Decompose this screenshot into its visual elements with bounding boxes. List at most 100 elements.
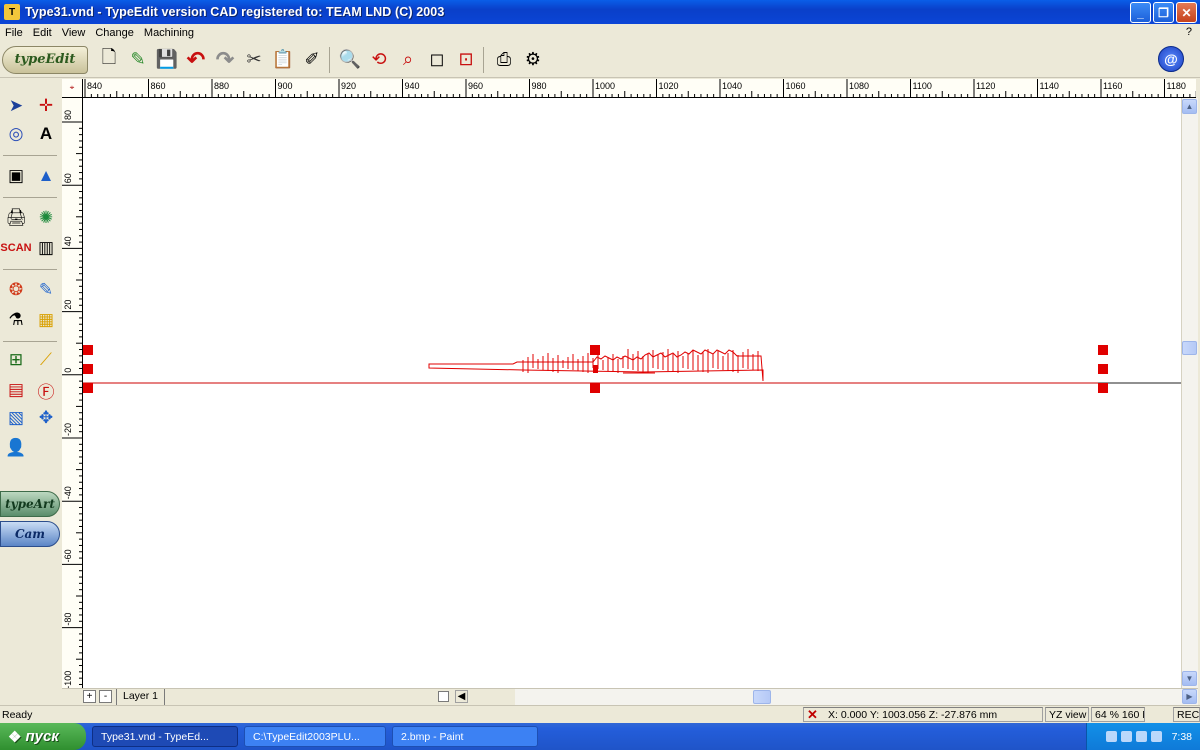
title-bar[interactable]: T Type31.vnd - TypeEdit version CAD regi… <box>0 0 1200 24</box>
zoom-level-field[interactable]: 64 % 160 N <box>1091 707 1145 722</box>
ruler-tick-label: 1000 <box>595 81 615 91</box>
spray-icon[interactable]: ⚗ <box>3 307 29 333</box>
horizontal-scroll-thumb[interactable] <box>753 690 771 704</box>
horizontal-scrollbar[interactable]: ▶ <box>515 689 1198 705</box>
status-ready: Ready <box>2 709 33 721</box>
scroll-up-icon[interactable]: ▲ <box>1182 99 1197 114</box>
measure-icon[interactable]: ⟋ <box>33 347 59 373</box>
primitives-icon[interactable]: ▲ <box>33 163 59 189</box>
ruler-tick-label: 1060 <box>786 81 806 91</box>
vertical-scroll-thumb[interactable] <box>1182 341 1197 355</box>
scan-icon[interactable]: SCAN <box>0 235 31 261</box>
volume-icon[interactable] <box>1135 731 1147 742</box>
scroll-down-icon[interactable]: ▼ <box>1182 671 1197 686</box>
taskbar-item-typeedit[interactable]: Type31.vnd - TypeEd... <box>92 726 238 747</box>
layer-tab[interactable]: Layer 1 <box>116 689 166 705</box>
coordinates-readout: X: 0.000 Y: 1003.056 Z: -27.876 mm <box>828 709 998 721</box>
taskbar-item-paint[interactable]: 2.bmp - Paint <box>392 726 538 747</box>
palette-separator <box>3 341 57 342</box>
start-button[interactable]: ❖ пуск <box>0 723 86 750</box>
text-tool-icon[interactable]: A <box>33 121 59 147</box>
cancel-icon[interactable]: ✕ <box>807 708 818 721</box>
print-icon[interactable]: ⎙ <box>491 46 517 74</box>
type-art-tab[interactable]: typeArt <box>0 491 60 517</box>
undo-icon[interactable]: ↶ <box>183 46 209 74</box>
network-icon[interactable] <box>1120 731 1132 742</box>
weld-icon[interactable]: ✥ <box>33 405 59 431</box>
taskbar-item-explorer[interactable]: C:\TypeEdit2003PLU... <box>244 726 386 747</box>
palette-row: ◎ A <box>0 121 62 147</box>
properties-icon[interactable]: 📋 <box>270 46 296 74</box>
color-mix-icon[interactable]: ❂ <box>3 277 29 303</box>
restore-button[interactable]: ❐ <box>1153 2 1174 23</box>
menu-edit[interactable]: Edit <box>28 27 57 39</box>
menu-file[interactable]: File <box>0 27 28 39</box>
ruler-tick-label: 880 <box>214 81 229 91</box>
menu-change[interactable]: Change <box>90 27 139 39</box>
status-bar: Ready ✕ X: 0.000 Y: 1003.056 Z: -27.876 … <box>0 705 1200 723</box>
arrange-icon[interactable]: ▧ <box>3 405 29 431</box>
ruler-tick-label: 1160 <box>1103 81 1122 91</box>
palette-row: 👤 <box>0 435 62 461</box>
tray-arrow-icon[interactable] <box>1105 731 1117 742</box>
ruler-tick-label: 80 <box>63 110 73 120</box>
new-document-icon[interactable]: 🗋 <box>96 46 122 74</box>
cut-icon[interactable]: ✂ <box>241 46 267 74</box>
menu-view[interactable]: View <box>57 27 91 39</box>
typeedit-logo-button[interactable]: typeEdit <box>2 45 88 74</box>
flag-icon[interactable] <box>1150 731 1162 742</box>
layers-icon[interactable]: ▤ <box>3 377 29 403</box>
close-button[interactable]: ✕ <box>1176 2 1197 23</box>
library-icon[interactable]: ▥ <box>33 235 59 261</box>
zoom-previous-icon[interactable]: ⟲ <box>366 46 392 74</box>
scroll-left-icon[interactable]: ◀ <box>455 690 468 703</box>
add-layer-button[interactable]: + <box>83 690 96 703</box>
menu-bar: File Edit View Change Machining ? <box>0 24 1200 42</box>
bitmap-icon[interactable]: ▣ <box>3 163 29 189</box>
select-arrow-icon[interactable]: ➤ <box>3 93 29 119</box>
effects-icon[interactable]: Ⓕ <box>33 377 59 403</box>
ruler-tick-label: -100 <box>63 671 73 689</box>
palette-row: SCAN ▥ <box>0 235 62 261</box>
selection-handle <box>83 345 93 355</box>
selection-handle <box>590 383 600 393</box>
color-palette-icon[interactable]: ▦ <box>33 307 59 333</box>
ruler-tick-label: -80 <box>63 613 73 626</box>
drawing-canvas[interactable] <box>83 98 1181 688</box>
type-cam-tab[interactable]: Cam <box>0 521 60 547</box>
view-mode-field[interactable]: YZ view <box>1045 707 1089 722</box>
open-icon[interactable]: ✎ <box>125 46 151 74</box>
ruler-corner[interactable]: ⌖ <box>62 79 83 98</box>
selection-handle <box>1098 383 1108 393</box>
zoom-icon[interactable]: 🔍 <box>337 46 363 74</box>
palette-row: ▤ Ⓕ <box>0 377 62 403</box>
redo-icon[interactable]: ↷ <box>212 46 238 74</box>
user-icon[interactable]: 👤 <box>3 435 29 461</box>
zoom-all-icon[interactable]: ◻ <box>424 46 450 74</box>
minimize-button[interactable]: _ <box>1130 2 1151 23</box>
scroll-right-icon[interactable]: ▶ <box>1182 689 1197 704</box>
main-toolbar: typeEdit 🗋 ✎ 💾 ↶ ↷ ✂ 📋 ✐ 🔍 ⟲ ⌕ ◻ ⊡ ⎙ ⚙ <box>0 42 1200 78</box>
zoom-selection-icon[interactable]: ⊡ <box>453 46 479 74</box>
save-icon[interactable]: 💾 <box>154 46 180 74</box>
paint-brush-icon[interactable]: ✎ <box>33 277 59 303</box>
move-icon[interactable]: ⊞ <box>3 347 29 373</box>
zoom-window-icon[interactable]: ⌕ <box>395 46 421 74</box>
remove-layer-button[interactable]: - <box>99 690 112 703</box>
help-at-button[interactable]: @ <box>1158 46 1184 72</box>
vectorize-icon[interactable]: ✺ <box>33 205 59 231</box>
scanner-icon[interactable]: 🖨 <box>3 205 29 231</box>
menu-help[interactable]: ? <box>1186 26 1192 38</box>
node-edit-icon[interactable]: ✛ <box>33 93 59 119</box>
machine-icon[interactable]: ⚙ <box>520 46 546 74</box>
ruler-tick-label: 0 <box>63 368 73 373</box>
selection-handle <box>590 345 600 355</box>
draw-shapes-icon[interactable]: ◎ <box>3 121 29 147</box>
selection-handle <box>593 365 598 373</box>
vertical-scrollbar[interactable]: ▲ ▼ <box>1181 98 1198 688</box>
ruler-tick-label: 1180 <box>1167 81 1186 91</box>
typeedit-app-icon[interactable]: T <box>4 4 20 20</box>
edit-icon[interactable]: ✐ <box>299 46 325 74</box>
layer-checkbox[interactable] <box>438 691 449 702</box>
menu-machining[interactable]: Machining <box>139 27 199 39</box>
